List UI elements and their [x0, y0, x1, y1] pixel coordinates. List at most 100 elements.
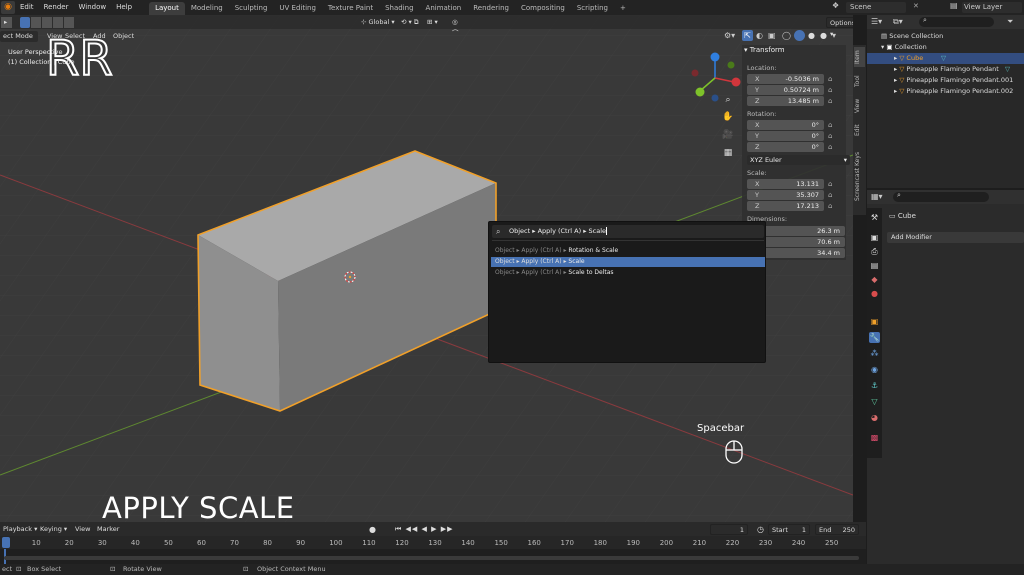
menu-edit[interactable]: Edit — [15, 0, 39, 15]
record-icon[interactable]: ● — [366, 524, 379, 535]
select-tool-icon[interactable]: ▸ — [1, 17, 12, 28]
lock-icon[interactable]: ⌂ — [828, 97, 836, 105]
end-frame-field[interactable]: End 250 — [815, 524, 859, 535]
lock-icon[interactable]: ⌂ — [828, 132, 836, 140]
lock-icon[interactable]: ⌂ — [828, 121, 836, 129]
tab-animation[interactable]: Animation — [420, 2, 468, 15]
lock-icon[interactable]: ⌂ — [828, 180, 836, 188]
menu-object[interactable]: Object — [110, 31, 137, 42]
pan-hand-icon[interactable]: ✋ — [721, 112, 735, 124]
editor-type-icon[interactable]: ☰▾ — [871, 17, 882, 26]
timeline-scrollbar[interactable] — [4, 556, 859, 560]
tab-modeling[interactable]: Modeling — [185, 2, 229, 15]
search-result-rotation-scale[interactable]: Object ▸ Apply (Ctrl A) ▸ Rotation & Sca… — [491, 246, 765, 256]
blender-logo-icon[interactable]: ◉ — [1, 1, 15, 14]
location-x-field[interactable]: X -0.5036 m — [747, 74, 824, 84]
location-z-field[interactable]: Z 13.485 m — [747, 96, 824, 106]
particles-tab-icon[interactable]: ⁂ — [869, 348, 880, 359]
object-name-row[interactable]: ▭ Cube — [889, 212, 916, 220]
proportional-edit-icon[interactable]: ◎ ⌒ — [449, 17, 469, 37]
tab-shading[interactable]: Shading — [379, 2, 419, 15]
gizmo-toggle-icon[interactable]: ⇱ — [742, 30, 753, 41]
outliner-search-input[interactable]: ⌕ — [919, 16, 994, 27]
tab-texture-paint[interactable]: Texture Paint — [322, 2, 379, 15]
lock-icon[interactable]: ⌂ — [828, 86, 836, 94]
start-frame-field[interactable]: Start 1 — [768, 524, 810, 535]
timeline-ruler[interactable]: 1102030405060708090100110120130140150160… — [0, 536, 866, 549]
menu-add[interactable]: Add — [90, 31, 109, 42]
outliner-row-pendant-002[interactable]: ▸ ▽ Pineapple Flamingo Pendant.002 — [867, 86, 1024, 97]
menu-marker[interactable]: Marker — [94, 524, 122, 535]
tab-item[interactable]: Item — [854, 47, 865, 67]
display-mode-icon[interactable]: ⧉▾ — [893, 17, 903, 27]
menu-select[interactable]: Select — [62, 31, 88, 42]
rendered-shading-icon[interactable]: ● — [820, 31, 827, 40]
scene-close-icon[interactable]: ✕ — [913, 2, 923, 13]
render-tab-icon[interactable]: ▣ — [869, 232, 880, 243]
scene-field[interactable]: Scene — [846, 2, 906, 13]
tab-layout[interactable]: Layout — [149, 1, 185, 15]
constraints-tab-icon[interactable]: ⚓ — [869, 380, 880, 391]
tab-view[interactable]: View — [854, 95, 865, 117]
playback-controls[interactable]: ⏮ ◀◀ ◀ ▶ ▶▶ ⏭ — [392, 524, 460, 544]
filter-icon[interactable]: ⏷ — [1007, 17, 1013, 27]
tool-tab-icon[interactable]: ⚒ — [869, 212, 880, 223]
select-mode-invert-icon[interactable] — [53, 17, 63, 28]
object-tab-icon[interactable]: ▣ — [869, 316, 880, 327]
tab-compositing[interactable]: Compositing — [515, 2, 571, 15]
outliner-row-pendant-001[interactable]: ▸ ▽ Pineapple Flamingo Pendant.001 — [867, 75, 1024, 86]
tab-tool[interactable]: Tool — [854, 71, 865, 91]
scale-y-field[interactable]: Y 35.307 — [747, 190, 824, 200]
data-tab-icon[interactable]: ▽ — [869, 396, 880, 407]
lock-icon[interactable]: ⌂ — [828, 143, 836, 151]
material-shading-icon[interactable]: ● — [808, 31, 815, 40]
solid-shading-icon[interactable] — [794, 30, 805, 41]
select-mode-subtract-icon[interactable] — [42, 17, 52, 28]
menu-playback[interactable]: Playback ▾ — [0, 524, 40, 535]
menu-render[interactable]: Render — [39, 0, 74, 15]
material-tab-icon[interactable]: ◕ — [869, 412, 880, 423]
mode-dropdown[interactable]: ect Mode — [0, 31, 38, 42]
tab-scripting[interactable]: Scripting — [571, 2, 614, 15]
scene-collection-row[interactable]: ▤ Scene Collection — [867, 31, 1024, 42]
properties-search-input[interactable]: ⌕ — [893, 191, 989, 202]
overlay-icon[interactable]: ◐ — [756, 31, 763, 40]
search-result-scale-to-deltas[interactable]: Object ▸ Apply (Ctrl A) ▸ Scale to Delta… — [491, 268, 765, 278]
xray-icon[interactable]: ▣ — [768, 31, 776, 40]
select-mode-new-icon[interactable] — [20, 17, 30, 28]
world-tab-icon[interactable]: ● — [869, 288, 880, 299]
outliner-row-pendant[interactable]: ▸ ▽ Pineapple Flamingo Pendant ▽ — [867, 64, 1024, 75]
modifier-tab-icon[interactable]: 🔧 — [869, 332, 880, 343]
scale-z-field[interactable]: Z 17.213 — [747, 201, 824, 211]
add-workspace-button[interactable]: + — [614, 2, 632, 15]
tab-edit[interactable]: Edit — [854, 121, 865, 139]
transform-header[interactable]: ▾ Transform — [744, 46, 785, 54]
add-modifier-button[interactable]: Add Modifier — [887, 232, 1024, 243]
tab-screencast-keys[interactable]: Screencast Keys — [854, 143, 865, 211]
search-input[interactable]: ⌕ Object ▸ Apply (Ctrl A) ▸ Scale — [492, 225, 764, 238]
tab-sculpting[interactable]: Sculpting — [229, 2, 274, 15]
tab-uv-editing[interactable]: UV Editing — [273, 2, 322, 15]
view-layer-tab-icon[interactable]: ▤ — [869, 260, 880, 271]
rotation-y-field[interactable]: Y 0° — [747, 131, 824, 141]
lock-icon[interactable]: ⌂ — [828, 75, 836, 83]
current-frame-field[interactable]: 1 — [710, 524, 748, 535]
menu-view[interactable]: View — [72, 524, 93, 535]
zoom-icon[interactable]: ⌕ — [721, 95, 735, 107]
menu-window[interactable]: Window — [73, 0, 111, 15]
rotation-z-field[interactable]: Z 0° — [747, 142, 824, 152]
menu-help[interactable]: Help — [111, 0, 137, 15]
options-dropdown[interactable]: Options ▾ — [826, 17, 853, 38]
ortho-grid-icon[interactable]: ▦ — [721, 148, 735, 160]
texture-tab-icon[interactable]: ▩ — [869, 432, 880, 443]
physics-tab-icon[interactable]: ◉ — [869, 364, 880, 375]
tab-rendering[interactable]: Rendering — [467, 2, 515, 15]
menu-keying[interactable]: Keying ▾ — [37, 524, 70, 535]
lock-icon[interactable]: ⌂ — [828, 191, 836, 199]
editor-type-icon[interactable]: ▦▾ — [871, 192, 883, 201]
select-mode-intersect-icon[interactable] — [64, 17, 74, 28]
select-mode-extend-icon[interactable] — [31, 17, 41, 28]
playhead[interactable] — [2, 537, 10, 548]
output-tab-icon[interactable]: ⎙ — [869, 246, 880, 257]
lock-icon[interactable]: ⌂ — [828, 202, 836, 210]
